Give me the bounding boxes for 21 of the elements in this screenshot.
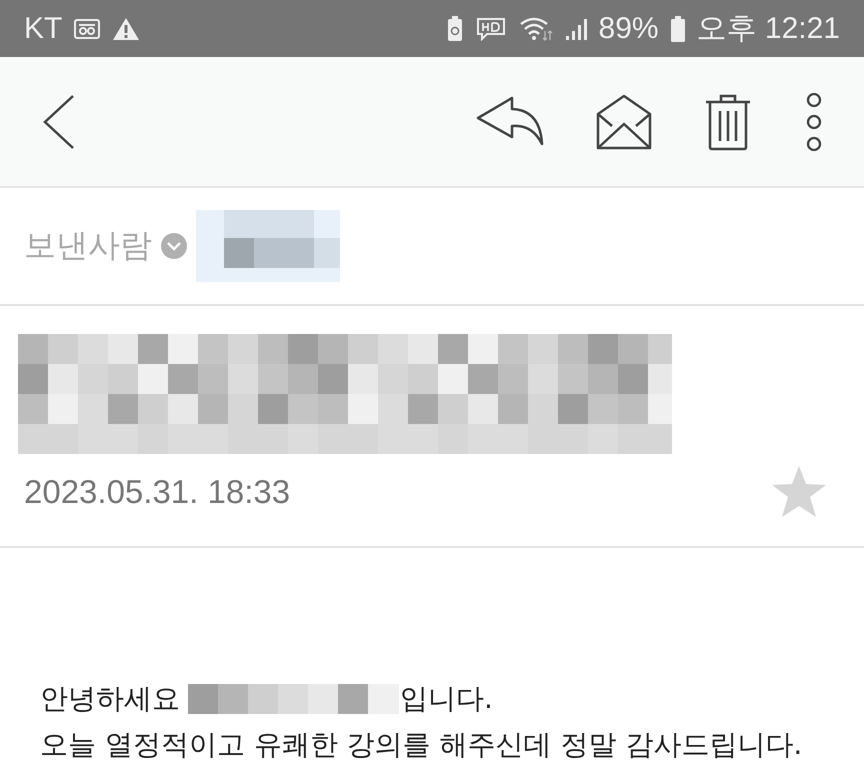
reply-button[interactable] xyxy=(476,96,544,148)
clock: 오후 12:21 xyxy=(696,11,840,47)
delete-button[interactable] xyxy=(704,92,752,150)
carrier-label: KT xyxy=(24,12,62,46)
voicemail-icon xyxy=(74,18,100,40)
battery-saver-icon xyxy=(446,16,463,42)
body-text: 오늘 열정적이고 유쾌한 강의를 해주신데 정말 감사드립니다. xyxy=(40,727,802,763)
battery-icon xyxy=(670,16,685,42)
mail-date: 2023.05.31. 18:33 xyxy=(24,473,290,511)
star-icon[interactable] xyxy=(770,464,828,520)
greeting-end-text: 입니다. xyxy=(400,681,493,717)
mark-unread-button[interactable] xyxy=(596,94,652,150)
hd-voice-icon xyxy=(474,16,507,40)
warning-icon xyxy=(112,16,140,40)
more-options-button[interactable] xyxy=(804,92,824,150)
greeting-text: 안녕하세요 xyxy=(40,681,180,717)
battery-percent: 89% xyxy=(598,12,659,46)
wifi-icon xyxy=(518,16,553,42)
back-button[interactable] xyxy=(42,94,76,150)
sender-label: 보낸사람 xyxy=(24,225,152,266)
signal-icon xyxy=(564,16,587,40)
